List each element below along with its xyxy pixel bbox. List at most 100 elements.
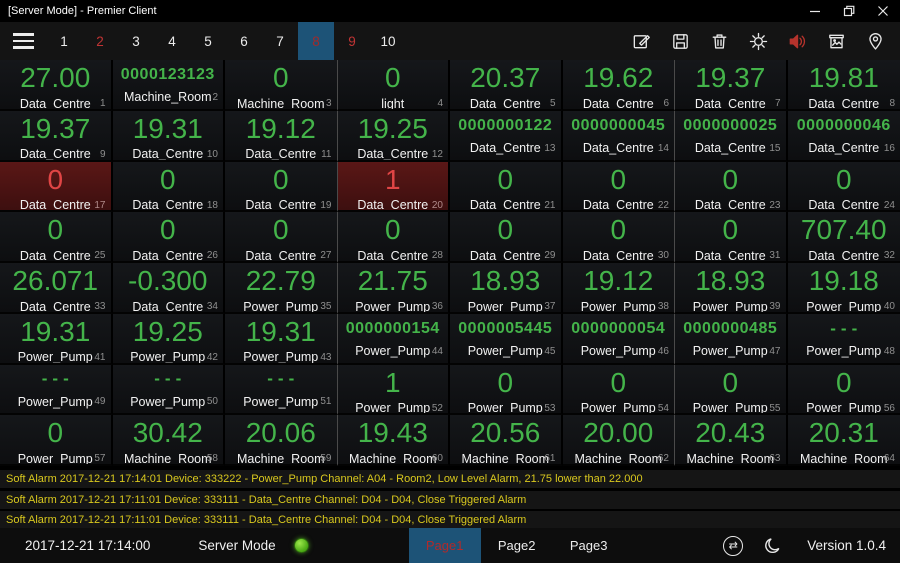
alarm-row[interactable]: Soft Alarm 2017-12-21 17:11:01 Device: 3… xyxy=(0,511,900,529)
grid-cell-62[interactable]: 20.00 Machine_Room 62 xyxy=(562,415,675,466)
grid-cell-24[interactable]: 0 Data_Centre 24 xyxy=(787,161,900,213)
alarm-row[interactable]: Soft Alarm 2017-12-21 17:14:01 Device: 3… xyxy=(0,470,900,488)
grid-cell-51[interactable]: --- Power_Pump 51 xyxy=(225,364,338,416)
toolbar-tab-8[interactable]: 8 xyxy=(298,22,334,60)
alarm-row[interactable]: Soft Alarm 2017-12-21 17:11:01 Device: 3… xyxy=(0,490,900,509)
grid-cell-15[interactable]: 0000000025 Data_Centre 15 xyxy=(675,110,788,162)
grid-cell-30[interactable]: 0 Data_Centre 30 xyxy=(562,212,675,263)
minimize-button[interactable] xyxy=(798,0,832,22)
grid-cell-29[interactable]: 0 Data_Centre 29 xyxy=(450,212,563,263)
toolbar-tab-7[interactable]: 7 xyxy=(262,22,298,60)
grid-cell-32[interactable]: 707.40 Data_Centre 32 xyxy=(787,212,900,263)
grid-cell-36[interactable]: 21.75 Power_Pump 36 xyxy=(337,263,450,314)
save-button[interactable] xyxy=(668,28,692,54)
grid-cell-57[interactable]: 0 Power_Pump 57 xyxy=(0,415,113,466)
grid-cell-25[interactable]: 0 Data_Centre 25 xyxy=(0,212,113,263)
grid-cell-11[interactable]: 19.12 Data_Centre 11 xyxy=(225,110,338,162)
grid-cell-34[interactable]: -0.300 Data_Centre 34 xyxy=(112,263,225,314)
grid-cell-58[interactable]: 30.42 Machine_Room 58 xyxy=(112,415,225,466)
toolbar-tab-9[interactable]: 9 xyxy=(334,22,370,60)
menu-button[interactable] xyxy=(0,22,46,60)
grid-cell-6[interactable]: 19.62 Data_Centre 6 xyxy=(562,60,675,111)
maximize-button[interactable] xyxy=(832,0,866,22)
grid-cell-20[interactable]: 1 Data_Centre 20 xyxy=(337,161,450,213)
grid-cell-26[interactable]: 0 Data_Centre 26 xyxy=(112,212,225,263)
grid-cell-1[interactable]: 27.00 Data_Centre 1 xyxy=(0,60,113,111)
grid-cell-18[interactable]: 0 Data_Centre 18 xyxy=(112,161,225,213)
sync-button[interactable]: ⇄ xyxy=(721,534,745,558)
grid-cell-27[interactable]: 0 Data_Centre 27 xyxy=(225,212,338,263)
grid-cell-16[interactable]: 0000000046 Data_Centre 16 xyxy=(787,110,900,162)
grid-cell-31[interactable]: 0 Data_Centre 31 xyxy=(675,212,788,263)
grid-cell-40[interactable]: 19.18 Power_Pump 40 xyxy=(787,263,900,314)
grid-cell-17[interactable]: 0 Data_Centre 17 xyxy=(0,161,113,213)
grid-cell-8[interactable]: 19.81 Data_Centre 8 xyxy=(787,60,900,111)
grid-cell-38[interactable]: 19.12 Power_Pump 38 xyxy=(562,263,675,314)
page-tab-page3[interactable]: Page3 xyxy=(553,528,625,563)
grid-cell-3[interactable]: 0 Machine_Room 3 xyxy=(225,60,338,111)
grid-cell-19[interactable]: 0 Data_Centre 19 xyxy=(225,161,338,213)
grid-cell-33[interactable]: 26.071 Data_Centre 33 xyxy=(0,263,113,314)
cell-label: Power_Pump xyxy=(355,401,431,415)
grid-cell-61[interactable]: 20.56 Machine_Room 61 xyxy=(450,415,563,466)
grid-cell-12[interactable]: 19.25 Data_Centre 12 xyxy=(337,110,450,162)
mute-button[interactable] xyxy=(785,28,809,54)
page-tab-page1[interactable]: Page1 xyxy=(408,528,481,563)
grid-cell-21[interactable]: 0 Data_Centre 21 xyxy=(450,161,563,213)
grid-cell-23[interactable]: 0 Data_Centre 23 xyxy=(675,161,788,213)
grid-cell-4[interactable]: 0 light 4 xyxy=(337,60,450,111)
grid-cell-59[interactable]: 20.06 Machine_Room 59 xyxy=(225,415,338,466)
grid-cell-46[interactable]: 0000000054 Power_Pump 46 xyxy=(562,313,675,365)
grid-cell-35[interactable]: 22.79 Power_Pump 35 xyxy=(225,263,338,314)
toolbar-tab-5[interactable]: 5 xyxy=(190,22,226,60)
edit-button[interactable] xyxy=(629,28,653,54)
grid-cell-44[interactable]: 0000000154 Power_Pump 44 xyxy=(337,313,450,365)
cell-label: Data_Centre xyxy=(808,248,880,263)
grid-cell-7[interactable]: 19.37 Data_Centre 7 xyxy=(675,60,788,111)
grid-cell-41[interactable]: 19.31 Power_Pump 41 xyxy=(0,313,113,365)
delete-button[interactable] xyxy=(707,28,731,54)
close-button[interactable] xyxy=(866,0,900,22)
cell-label: Data_Centre xyxy=(357,198,429,212)
grid-cell-39[interactable]: 18.93 Power_Pump 39 xyxy=(675,263,788,314)
cell-index: 62 xyxy=(657,453,669,465)
grid-cell-50[interactable]: --- Power_Pump 50 xyxy=(112,364,225,416)
toolbar-tab-2[interactable]: 2 xyxy=(82,22,118,60)
grid-cell-14[interactable]: 0000000045 Data_Centre 14 xyxy=(562,110,675,162)
toolbar-tab-6[interactable]: 6 xyxy=(226,22,262,60)
grid-cell-52[interactable]: 1 Power_Pump 52 xyxy=(337,364,450,416)
cell-index: 4 xyxy=(437,98,443,109)
grid-cell-43[interactable]: 19.31 Power_Pump 43 xyxy=(225,313,338,365)
grid-cell-9[interactable]: 19.37 Data_Centre 9 xyxy=(0,110,113,162)
grid-cell-60[interactable]: 19.43 Machine_Room 60 xyxy=(337,415,450,466)
location-button[interactable] xyxy=(863,28,887,54)
grid-cell-54[interactable]: 0 Power_Pump 54 xyxy=(562,364,675,416)
page-tab-page2[interactable]: Page2 xyxy=(481,528,553,563)
toolbar-tab-10[interactable]: 10 xyxy=(370,22,406,60)
grid-cell-37[interactable]: 18.93 Power_Pump 37 xyxy=(450,263,563,314)
grid-cell-53[interactable]: 0 Power_Pump 53 xyxy=(450,364,563,416)
toolbar-tab-1[interactable]: 1 xyxy=(46,22,82,60)
grid-cell-45[interactable]: 0000005445 Power_Pump 45 xyxy=(450,313,563,365)
grid-cell-42[interactable]: 19.25 Power_Pump 42 xyxy=(112,313,225,365)
grid-cell-56[interactable]: 0 Power_Pump 56 xyxy=(787,364,900,416)
grid-cell-28[interactable]: 0 Data_Centre 28 xyxy=(337,212,450,263)
grid-cell-49[interactable]: --- Power_Pump 49 xyxy=(0,364,113,416)
grid-cell-5[interactable]: 20.37 Data_Centre 5 xyxy=(450,60,563,111)
toolbar-tab-4[interactable]: 4 xyxy=(154,22,190,60)
cell-label: Power_Pump xyxy=(806,344,882,358)
night-mode-button[interactable] xyxy=(761,534,785,558)
grid-cell-48[interactable]: --- Power_Pump 48 xyxy=(787,313,900,365)
settings-button[interactable] xyxy=(746,28,770,54)
grid-cell-63[interactable]: 20.43 Machine_Room 63 xyxy=(675,415,788,466)
grid-cell-13[interactable]: 0000000122 Data_Centre 13 xyxy=(450,110,563,162)
toolbar-tab-3[interactable]: 3 xyxy=(118,22,154,60)
grid-cell-47[interactable]: 0000000485 Power_Pump 47 xyxy=(675,313,788,365)
grid-cell-55[interactable]: 0 Power_Pump 55 xyxy=(675,364,788,416)
cell-value: 19.62 xyxy=(583,62,654,93)
grid-cell-10[interactable]: 19.31 Data_Centre 10 xyxy=(112,110,225,162)
image-archive-button[interactable] xyxy=(824,28,848,54)
grid-cell-2[interactable]: 0000123123 Machine_Room 2 xyxy=(112,60,225,111)
grid-cell-64[interactable]: 20.31 Machine_Room 64 xyxy=(787,415,900,466)
grid-cell-22[interactable]: 0 Data_Centre 22 xyxy=(562,161,675,213)
